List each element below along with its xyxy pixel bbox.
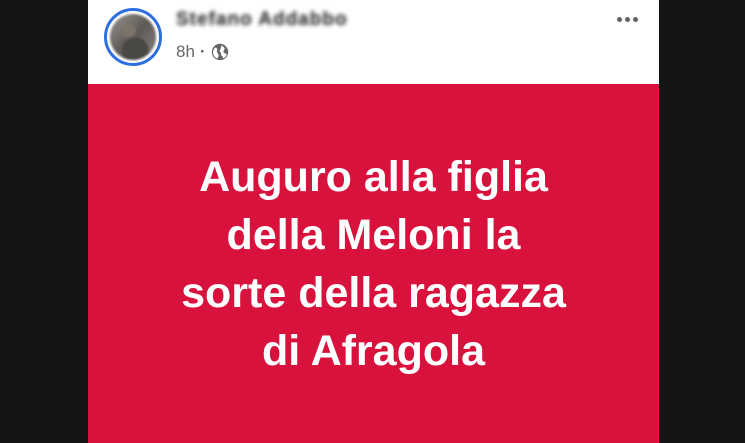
- more-dot: [632, 16, 638, 22]
- post-timestamp[interactable]: 8h: [176, 42, 195, 62]
- meta-separator: ·: [199, 42, 206, 61]
- facebook-post: Stefano Addabbo 8h · Auguro alla figlia …: [88, 0, 659, 443]
- avatar-image: [110, 14, 156, 60]
- post-text-line: della Meloni la: [226, 210, 521, 259]
- post-text-line: sorte della ragazza: [181, 268, 566, 317]
- post-meta: 8h ·: [176, 41, 229, 63]
- more-dot: [616, 16, 622, 22]
- more-options-icon[interactable]: [611, 8, 643, 30]
- post-text-line: Auguro alla figlia: [199, 152, 548, 201]
- more-dot: [624, 16, 630, 22]
- screenshot-frame: Stefano Addabbo 8h · Auguro alla figlia …: [0, 0, 745, 443]
- post-text: Auguro alla figlia della Meloni la sorte…: [181, 148, 566, 380]
- author-name[interactable]: Stefano Addabbo: [176, 9, 348, 31]
- globe-icon[interactable]: [211, 43, 229, 61]
- post-header: Stefano Addabbo 8h ·: [88, 0, 659, 84]
- post-background-text: Auguro alla figlia della Meloni la sorte…: [88, 84, 659, 443]
- post-text-line: di Afragola: [262, 326, 485, 375]
- author-avatar[interactable]: [104, 8, 162, 66]
